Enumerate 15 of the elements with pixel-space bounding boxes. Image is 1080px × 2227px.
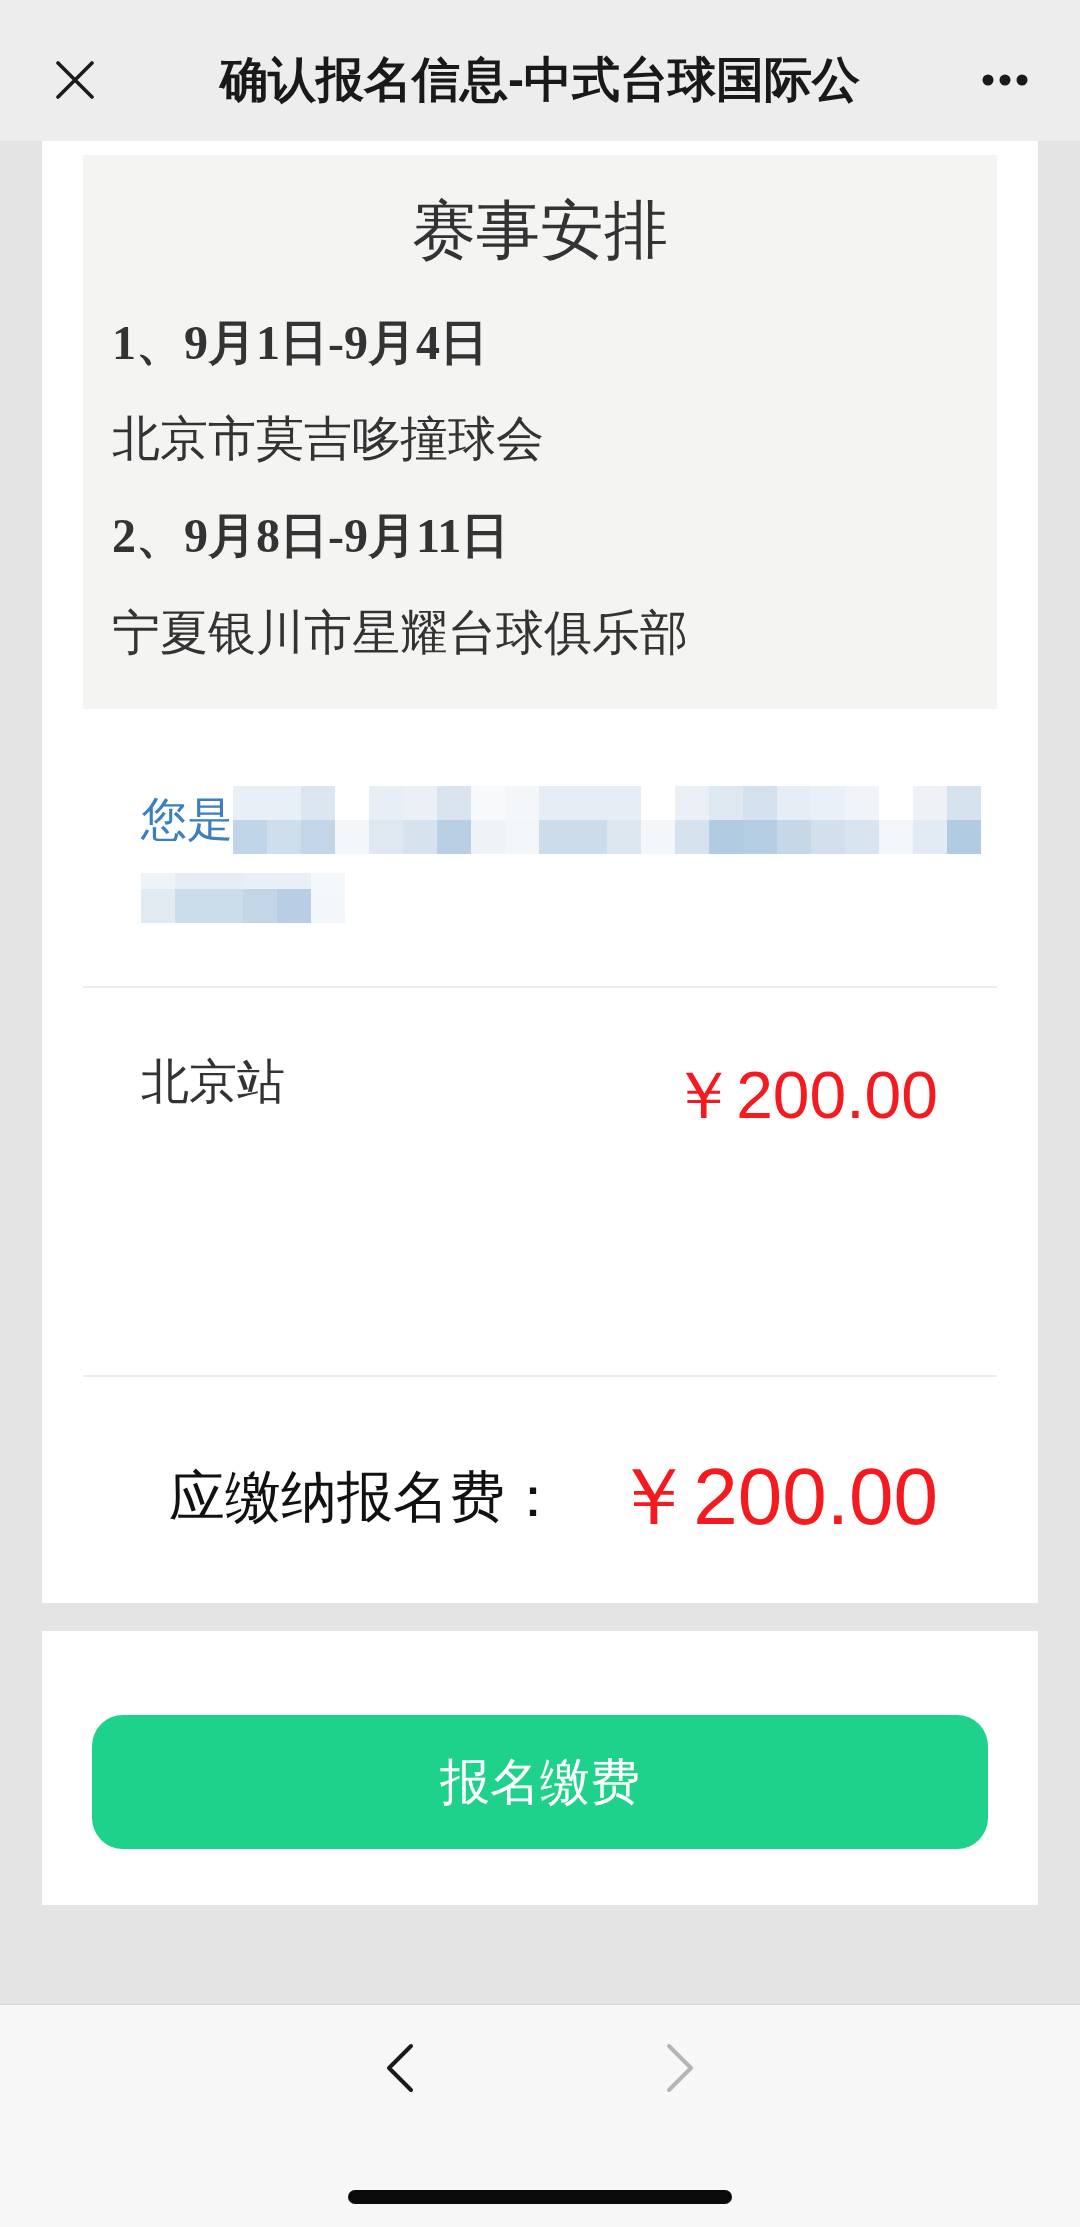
schedule-date: 1、9月1日-9月4日 xyxy=(112,314,488,371)
total-label: 应缴纳报名费： xyxy=(169,1464,561,1531)
page-title: 确认报名信息-中式台球国际公 xyxy=(220,51,860,108)
venue-name: 北京市莫吉哆撞球会 xyxy=(112,411,544,468)
more-icon[interactable] xyxy=(982,73,1028,86)
pay-button[interactable]: 报名缴费 xyxy=(92,1715,988,1849)
station-price: ￥200.00 xyxy=(670,1057,938,1134)
close-icon[interactable] xyxy=(56,60,94,99)
total-amount: ￥200.00 xyxy=(613,1451,938,1543)
station-name: 北京站 xyxy=(141,1054,285,1110)
venue-name: 宁夏银川市星耀台球俱乐部 xyxy=(112,604,688,661)
schedule-title: 赛事安排 xyxy=(412,193,668,268)
notice-text: 您是 xyxy=(141,792,233,848)
schedule-date: 2、9月8日-9月11日 xyxy=(112,508,510,564)
chevron-left-icon[interactable] xyxy=(385,2043,415,2093)
